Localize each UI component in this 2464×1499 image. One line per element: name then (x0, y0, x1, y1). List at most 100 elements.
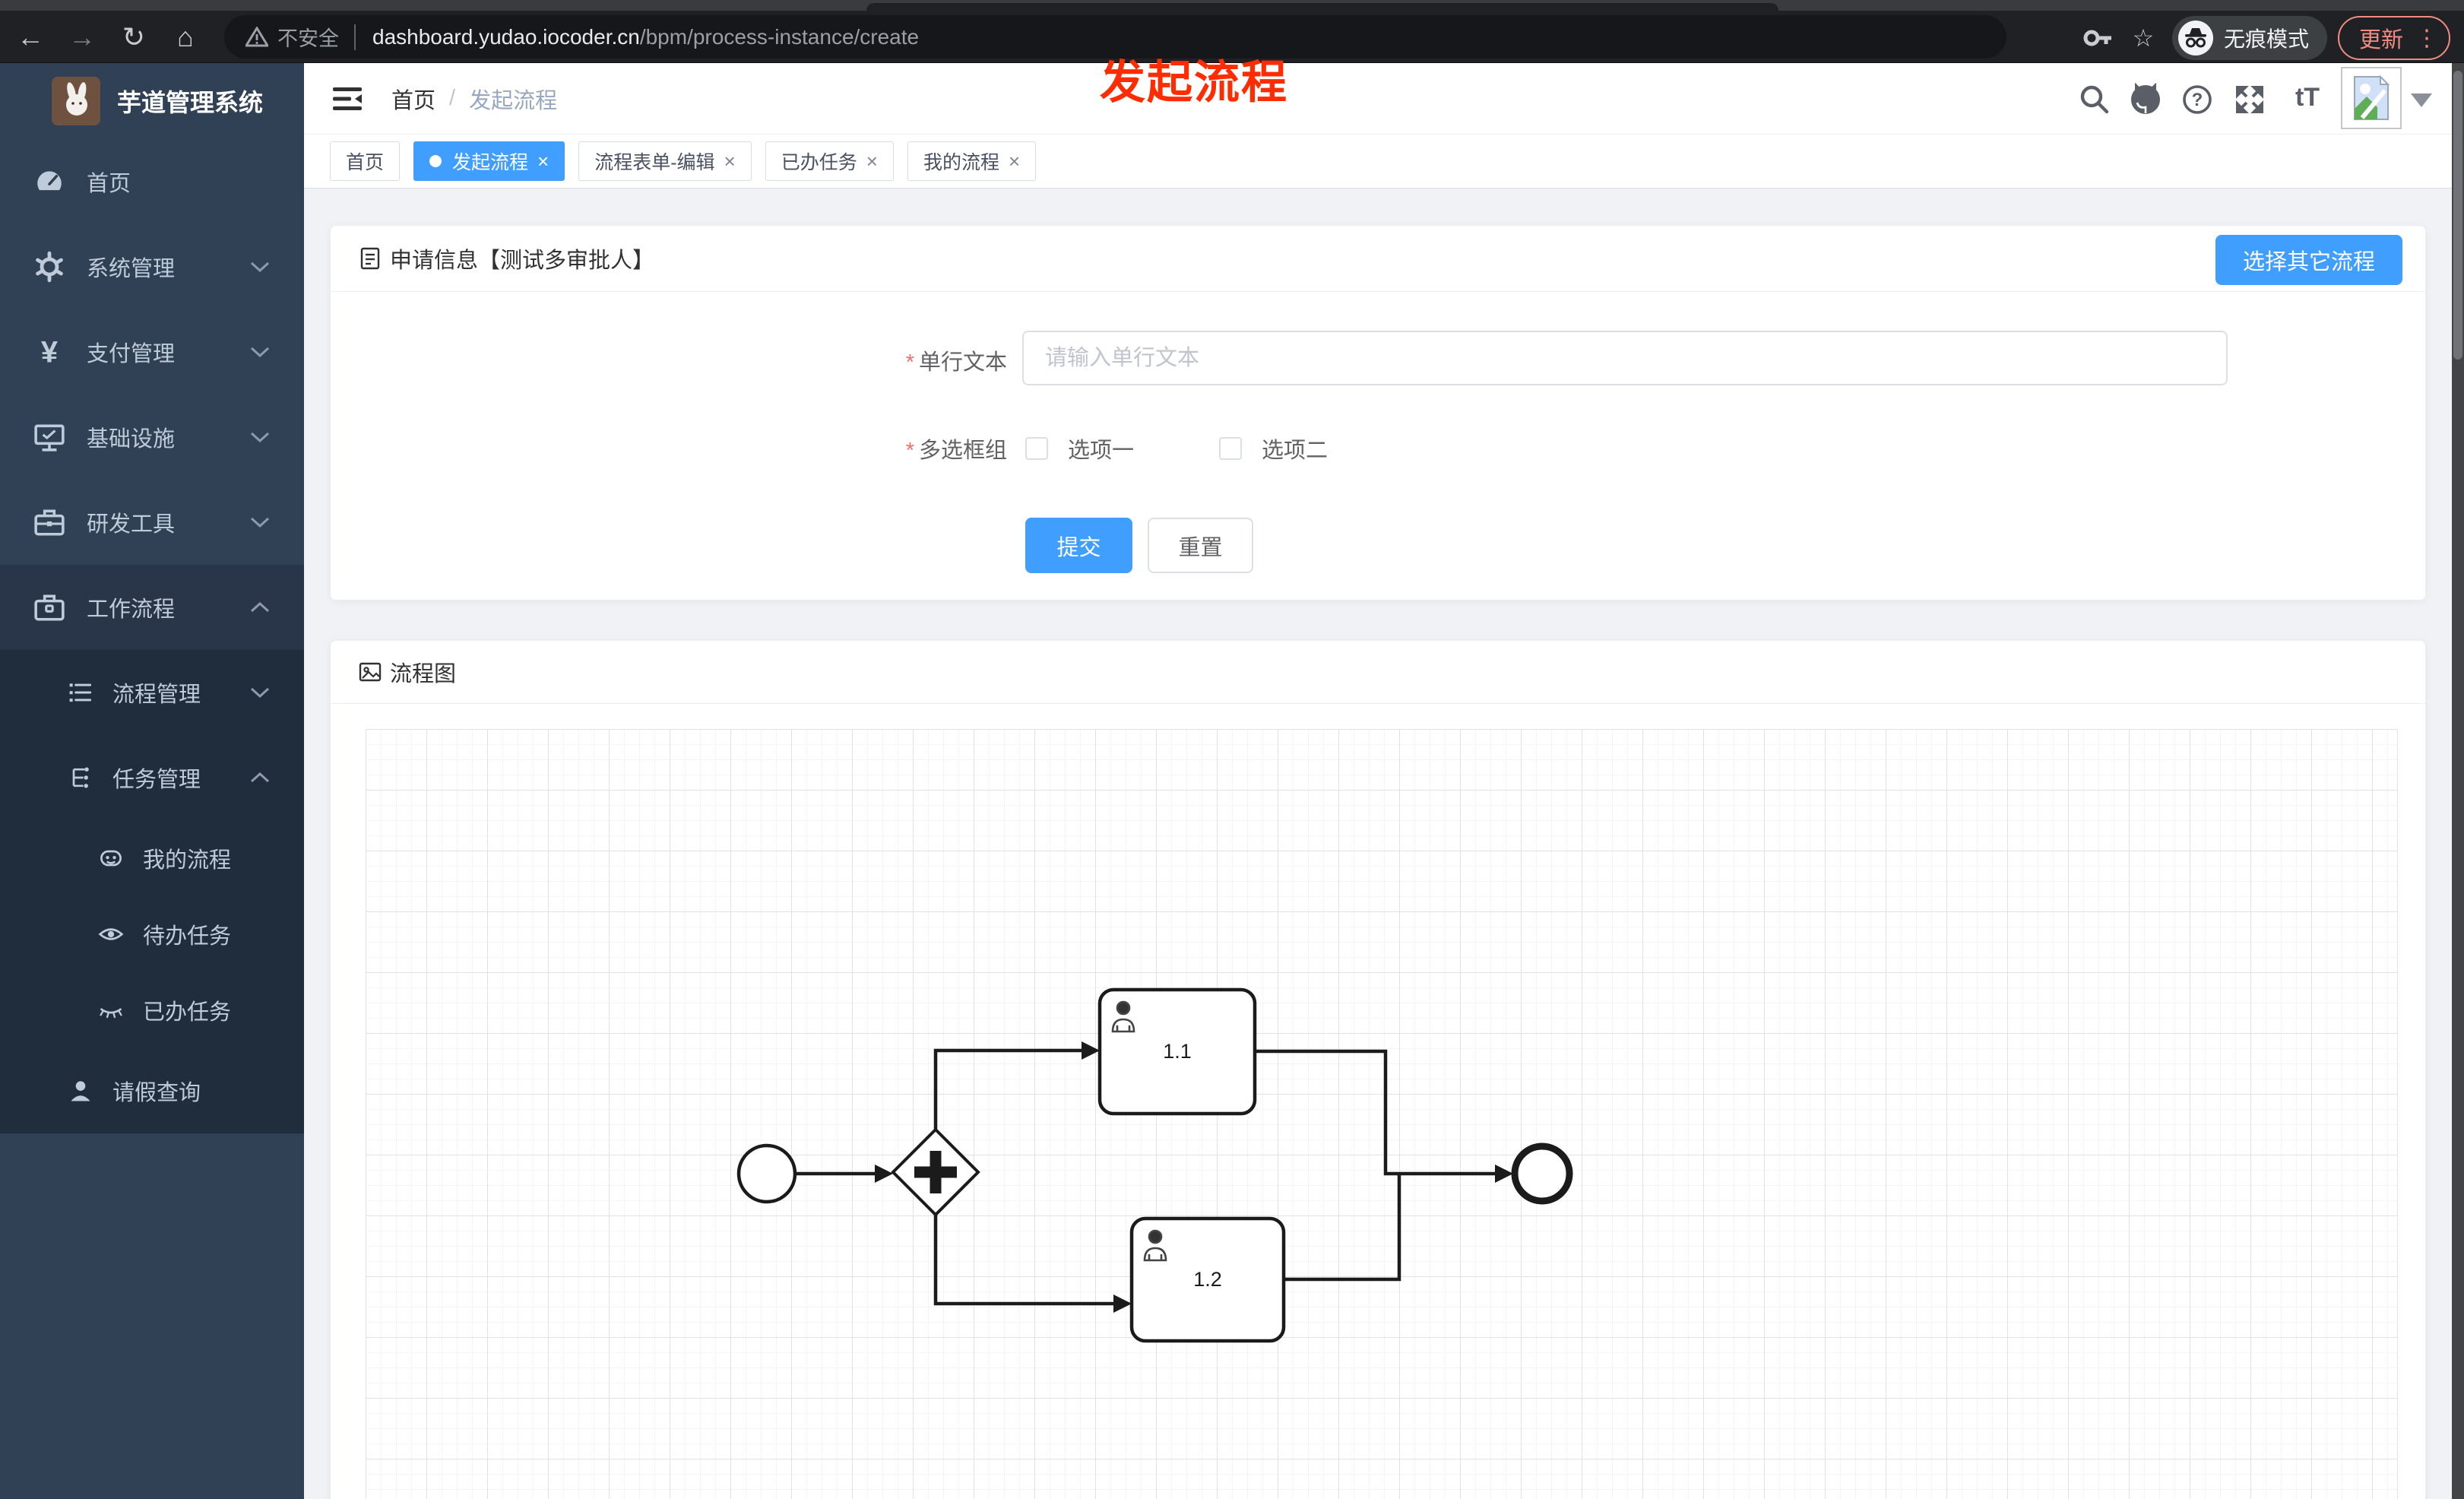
card-title: 申请信息【测试多审批人】 (390, 249, 655, 273)
sidebar-item-home[interactable]: 首页 (0, 139, 304, 224)
picture-icon (359, 662, 382, 682)
sidebar-item-payment[interactable]: ¥ 支付管理 (0, 309, 304, 395)
card-title: 流程图 (390, 662, 457, 686)
svg-text:¥: ¥ (41, 336, 58, 368)
application-info-card: 申请信息【测试多审批人】 选择其它流程 *单行文本 *多选框组 选项一 选项二 … (330, 225, 2426, 601)
page-scrollbar[interactable] (2452, 63, 2464, 1499)
incognito-label: 无痕模式 (2223, 27, 2309, 51)
close-icon[interactable]: × (866, 150, 878, 173)
required-asterisk: * (905, 350, 914, 375)
bpmn-end-event (1511, 1142, 1573, 1205)
avatar-dropdown-caret-icon[interactable] (2411, 93, 2432, 107)
sidebar-item-label: 系统管理 (87, 257, 176, 281)
checkbox-group-label: * 多选框组 (764, 433, 1007, 464)
avatar[interactable] (2341, 67, 2402, 129)
sidebar-logo-row[interactable]: 芋道管理系统 (0, 63, 304, 139)
sidebar-item-leave-query[interactable]: 请假查询 (0, 1048, 304, 1133)
browser-menu-dots-icon[interactable]: ⋮ (2415, 25, 2438, 52)
tab-start-process[interactable]: 发起流程 × (413, 141, 565, 181)
fullscreen-icon[interactable] (2233, 83, 2266, 116)
dashboard-icon (37, 171, 62, 191)
url-text: dashboard.yudao.iocoder.cn/bpm/process-i… (372, 25, 919, 49)
help-icon[interactable]: ? (2181, 83, 2214, 116)
app-body: 芋道管理系统 首页 系统管理 ¥ 支付管理 基础设施 研发工具 工作流程 流程管… (0, 63, 2464, 1499)
robot-icon (100, 850, 122, 867)
broken-image-icon (2354, 75, 2390, 120)
sidebar-item-label: 任务管理 (112, 768, 201, 792)
chevron-down-icon (250, 261, 270, 273)
eye-closed-icon (100, 1008, 122, 1019)
sidebar-item-devtools[interactable]: 研发工具 (0, 480, 304, 565)
field-label-text: 多选框组 (918, 439, 1007, 463)
single-line-text-input[interactable] (1022, 331, 2228, 385)
sidebar-item-system[interactable]: 系统管理 (0, 224, 304, 309)
omnibox-divider (354, 24, 356, 50)
sidebar-item-label: 流程管理 (112, 683, 201, 707)
tab-my-process[interactable]: 我的流程 × (907, 141, 1037, 181)
search-icon[interactable] (2078, 83, 2111, 116)
sidebar-item-infrastructure[interactable]: 基础设施 (0, 395, 304, 480)
monitor-icon (34, 424, 65, 452)
sidebar-item-label: 工作流程 (87, 597, 176, 622)
chevron-up-icon (250, 601, 270, 613)
tab-label: 我的流程 (923, 152, 999, 173)
reset-button[interactable]: 重置 (1148, 518, 1253, 573)
content-area: 首页 / 发起流程 ? tT 首页 发起流程 × 流程表单-编辑 × 已办任务 … (304, 63, 2452, 1499)
scrollbar-thumb[interactable] (2453, 71, 2462, 360)
bpmn-start-event (736, 1143, 797, 1204)
sidebar-item-task-management[interactable]: 任务管理 (0, 735, 304, 820)
browser-update-button[interactable]: 更新 ⋮ (2337, 16, 2450, 60)
eye-open-icon (98, 928, 124, 940)
sidebar-item-done-tasks[interactable]: 已办任务 (0, 972, 304, 1048)
sidebar-workflow-submenu: 流程管理 任务管理 我的流程 待办任务 已办任务 请假查询 (0, 650, 304, 1133)
checkbox-group: 选项一 选项二 (1025, 433, 1328, 464)
sidebar-item-my-process[interactable]: 我的流程 (0, 820, 304, 896)
browser-tabstrip (0, 0, 2464, 11)
sidebar-item-todo-tasks[interactable]: 待办任务 (0, 896, 304, 972)
bpmn-diagram: 1.1 1.2 (736, 987, 1573, 1343)
incognito-badge: 无痕模式 (2171, 16, 2327, 60)
reload-icon[interactable]: ↻ (112, 16, 155, 59)
bpmn-user-task-top: 1.1 (1097, 987, 1257, 1116)
font-size-icon[interactable]: tT (2291, 83, 2324, 116)
person-icon (71, 1081, 90, 1101)
tab-label: 流程表单-编辑 (594, 152, 715, 173)
checkbox-option-2[interactable] (1219, 437, 1243, 460)
submit-button[interactable]: 提交 (1025, 518, 1132, 573)
key-icon[interactable] (2081, 21, 2114, 55)
tab-done-tasks[interactable]: 已办任务 × (765, 141, 894, 181)
bpmn-user-task-bottom: 1.2 (1129, 1216, 1286, 1343)
security-label[interactable]: 不安全 (277, 22, 339, 52)
choose-other-process-button[interactable]: 选择其它流程 (2215, 235, 2402, 285)
home-icon[interactable]: ⌂ (164, 16, 207, 59)
screenshot-root: ← → ↻ ⌂ 不安全 dashboard.yudao.iocoder.cn/b… (0, 0, 2464, 1499)
sidebar-item-label: 基础设施 (87, 427, 176, 452)
sidebar-collapse-icon[interactable] (330, 81, 365, 116)
app-title: 芋道管理系统 (117, 89, 264, 116)
sidebar-item-workflow[interactable]: 工作流程 (0, 565, 304, 650)
sidebar-item-label: 待办任务 (143, 924, 232, 949)
text-field-label: * 单行文本 (764, 344, 1007, 376)
checkbox-option-1[interactable] (1025, 437, 1048, 460)
close-icon[interactable]: × (724, 150, 736, 173)
main-panel: 申请信息【测试多审批人】 选择其它流程 *单行文本 *多选框组 选项一 选项二 … (304, 189, 2452, 1499)
back-icon[interactable]: ← (9, 16, 52, 59)
toolbox-icon (34, 509, 65, 536)
close-icon[interactable]: × (537, 150, 549, 173)
required-asterisk: * (905, 439, 914, 463)
tab-home[interactable]: 首页 (330, 141, 401, 181)
checkbox-option-1-label[interactable]: 选项一 (1068, 433, 1134, 464)
tab-process-form-edit[interactable]: 流程表单-编辑 × (578, 141, 752, 181)
forward-icon[interactable]: → (61, 16, 103, 59)
checkbox-option-2-label[interactable]: 选项二 (1262, 433, 1328, 464)
breadcrumb-separator: / (449, 86, 456, 110)
chevron-down-icon (250, 432, 270, 443)
sidebar-item-process-management[interactable]: 流程管理 (0, 650, 304, 735)
top-navbar: 首页 / 发起流程 ? tT (304, 63, 2452, 134)
breadcrumb-home[interactable]: 首页 (391, 83, 435, 115)
bookmark-star-icon[interactable]: ☆ (2125, 24, 2162, 52)
briefcase-icon (34, 594, 65, 621)
close-icon[interactable]: × (1009, 150, 1020, 173)
github-icon[interactable] (2129, 83, 2162, 116)
diagram-card-header: 流程图 (331, 641, 2425, 704)
